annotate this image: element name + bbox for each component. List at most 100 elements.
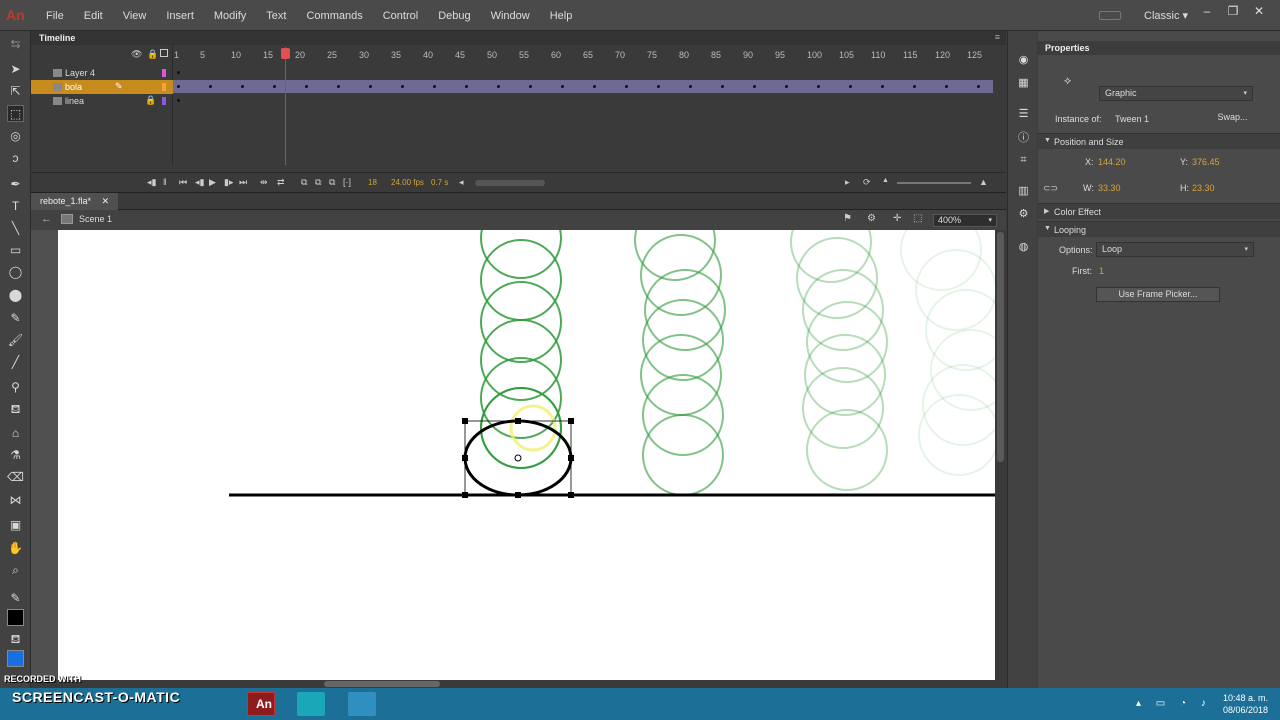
keyframe-dot[interactable] bbox=[785, 85, 788, 88]
app-task-icon[interactable] bbox=[297, 692, 325, 716]
zoom-dropdown[interactable]: 400% ▾ bbox=[933, 214, 997, 227]
lasso-tool-icon[interactable]: ↄ bbox=[7, 150, 24, 167]
menu-modify[interactable]: Modify bbox=[204, 10, 256, 22]
clip-icon[interactable]: ⬚ bbox=[913, 213, 922, 224]
swatches-icon[interactable]: ▦ bbox=[1016, 76, 1031, 91]
rectangle-tool-icon[interactable]: ▭ bbox=[7, 242, 24, 259]
polystar-tool-icon[interactable]: ⬤ bbox=[7, 287, 24, 304]
edit-scene-icon[interactable]: ⚑ bbox=[843, 213, 852, 224]
keyframe-dot[interactable] bbox=[401, 85, 404, 88]
panel-menu-icon[interactable]: ≡ bbox=[995, 32, 1000, 42]
loop-icon[interactable]: ◂▮ bbox=[147, 177, 156, 188]
zoom-out-icon[interactable]: ▲ bbox=[882, 177, 889, 184]
stroke-color-swatch[interactable] bbox=[7, 609, 24, 626]
eyedropper-tool-icon[interactable]: ⚗ bbox=[7, 447, 24, 464]
step-back-icon[interactable]: ◂▮ bbox=[195, 177, 204, 188]
stroke-color-icon[interactable]: ✎ bbox=[7, 590, 24, 607]
scroll-right-icon[interactable]: ▸ bbox=[845, 177, 850, 188]
keyframe-dot[interactable] bbox=[529, 85, 532, 88]
symbol-type-select[interactable]: Graphic ▾ bbox=[1099, 86, 1253, 101]
menu-edit[interactable]: Edit bbox=[74, 10, 113, 22]
eraser-tool-icon[interactable]: ⌫ bbox=[7, 469, 24, 486]
edit-symbols-icon[interactable]: ⚙ bbox=[867, 213, 876, 224]
stage-vscroll-thumb[interactable] bbox=[997, 232, 1004, 462]
free-transform-tool-icon[interactable]: ⬚ bbox=[7, 105, 24, 122]
loop-options-select[interactable]: Loop ▾ bbox=[1096, 242, 1254, 257]
document-tab[interactable]: rebote_1.fla* ✕ bbox=[31, 193, 119, 210]
components-icon[interactable]: ⚙ bbox=[1016, 207, 1031, 222]
hand-tool-icon[interactable]: ✋ bbox=[7, 540, 24, 557]
text-tool-icon[interactable]: T bbox=[7, 198, 24, 215]
stage-hscroll-thumb[interactable] bbox=[324, 681, 440, 687]
keyframe-dot[interactable] bbox=[177, 71, 180, 74]
frame-row[interactable] bbox=[173, 66, 993, 79]
layer-row[interactable]: linea 🔒 bbox=[31, 94, 173, 108]
stage-canvas[interactable] bbox=[31, 230, 1006, 680]
bone-tool-icon[interactable]: ⚲ bbox=[7, 379, 24, 396]
elapsed-time[interactable]: 0.7 s bbox=[431, 178, 448, 187]
y-value[interactable]: 376.45 bbox=[1192, 157, 1220, 167]
current-frame[interactable]: 18 bbox=[368, 178, 377, 187]
library-icon[interactable]: ▥ bbox=[1016, 184, 1031, 199]
color-wheel-icon[interactable]: ◉ bbox=[1016, 53, 1031, 68]
modify-markers-icon[interactable]: [·] bbox=[343, 177, 351, 187]
last-frame-icon[interactable]: ⏭ bbox=[239, 177, 247, 188]
loop-playback-icon[interactable]: ⇄ bbox=[277, 177, 285, 188]
zoom-tool-icon[interactable]: ⌕ bbox=[7, 562, 24, 579]
minimize-icon[interactable]: – bbox=[1194, 4, 1220, 18]
menu-window[interactable]: Window bbox=[481, 10, 540, 22]
scroll-left-icon[interactable]: ◂ bbox=[459, 177, 464, 188]
first-frame-icon[interactable]: ⏮ bbox=[179, 177, 187, 188]
keyframe-dot[interactable] bbox=[593, 85, 596, 88]
refresh-icon[interactable]: ⟳ bbox=[863, 177, 871, 188]
menu-view[interactable]: View bbox=[113, 10, 157, 22]
keyframe-dot[interactable] bbox=[241, 85, 244, 88]
pencil-tool-icon[interactable]: ✎ bbox=[7, 310, 24, 327]
menu-text[interactable]: Text bbox=[256, 10, 296, 22]
taskbar-clock[interactable]: 10:48 a. m. 08/06/2018 bbox=[1223, 692, 1268, 716]
outline-icon[interactable] bbox=[160, 49, 168, 57]
layer-row[interactable]: bola ✎ bbox=[31, 80, 173, 94]
stage-vscrollbar[interactable] bbox=[995, 230, 1006, 680]
color-effect-section[interactable]: ▶ Color Effect bbox=[1038, 203, 1280, 219]
fill-color-swatch[interactable] bbox=[7, 650, 24, 667]
timeline-zoom-slider[interactable] bbox=[897, 182, 971, 184]
transform-icon[interactable]: ⌗ bbox=[1016, 153, 1031, 168]
frame-row[interactable] bbox=[173, 94, 993, 107]
keyframe-dot[interactable] bbox=[433, 85, 436, 88]
playhead[interactable] bbox=[285, 47, 286, 165]
camera-tool-icon[interactable]: ▣ bbox=[7, 517, 24, 534]
keyframe-dot[interactable] bbox=[273, 85, 276, 88]
frame-ruler[interactable]: 1 5 10 15 20 25 30 35 40 45 50 55 60 65 70 75 80 85 90 95 10… bbox=[173, 45, 993, 67]
keyframe-dot[interactable] bbox=[817, 85, 820, 88]
x-value[interactable]: 144.20 bbox=[1098, 157, 1126, 167]
step-forward-icon[interactable]: ▮▸ bbox=[224, 177, 233, 188]
keyframe-dot[interactable] bbox=[209, 85, 212, 88]
subselection-tool-icon[interactable]: ⇱ bbox=[7, 83, 24, 100]
keyframe-dot[interactable] bbox=[465, 85, 468, 88]
keyframe-dot[interactable] bbox=[977, 85, 980, 88]
position-size-section[interactable]: ▼ Position and Size bbox=[1038, 133, 1280, 149]
keyframe-dot[interactable] bbox=[561, 85, 564, 88]
keyframe-dot[interactable] bbox=[753, 85, 756, 88]
eye-icon[interactable]: 👁 bbox=[131, 49, 142, 60]
keyframe-dot[interactable] bbox=[177, 85, 180, 88]
line-tool-icon[interactable]: ╲ bbox=[7, 220, 24, 237]
selection-tool-icon[interactable]: ➤ bbox=[7, 61, 24, 78]
back-icon[interactable]: ← bbox=[41, 213, 52, 225]
menu-insert[interactable]: Insert bbox=[156, 10, 204, 22]
keyframe-dot[interactable] bbox=[177, 99, 180, 102]
system-tray-icons[interactable]: ▴ ▭ ◔ ♪ bbox=[1136, 698, 1212, 709]
onion-skin-icon[interactable]: ⧉ bbox=[301, 177, 307, 188]
keyframe-dot[interactable] bbox=[305, 85, 308, 88]
menu-debug[interactable]: Debug bbox=[428, 10, 480, 22]
scene-label[interactable]: Scene 1 bbox=[79, 214, 112, 224]
zoom-in-icon[interactable]: ▲ bbox=[979, 177, 988, 187]
pause-icon[interactable]: ‖ bbox=[163, 177, 167, 187]
brush-tool-icon[interactable]: 🖌 bbox=[7, 332, 24, 349]
keyframe-dot[interactable] bbox=[657, 85, 660, 88]
keyframe-dot[interactable] bbox=[337, 85, 340, 88]
menu-commands[interactable]: Commands bbox=[296, 10, 372, 22]
link-icon[interactable]: ⊂⊃ bbox=[1043, 183, 1058, 194]
workspace-switcher[interactable]: Classic ▾ bbox=[1144, 9, 1188, 22]
